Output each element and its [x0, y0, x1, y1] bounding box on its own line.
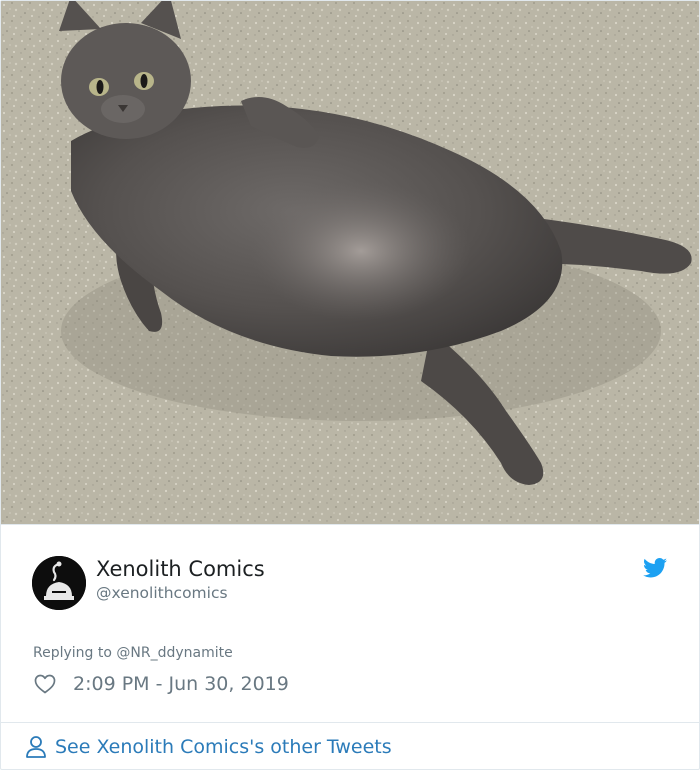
person-outline-icon [25, 735, 47, 759]
author-avatar[interactable] [32, 556, 86, 610]
tweet-body: Xenolith Comics @xenolithcomics Replying… [1, 524, 699, 769]
author-handle[interactable]: @xenolithcomics [96, 583, 228, 603]
tweet-meta-row: 2:09 PM - Jun 30, 2019 [34, 671, 289, 697]
tweet-timestamp[interactable]: 2:09 PM - Jun 30, 2019 [73, 672, 289, 696]
twitter-bird-icon[interactable] [643, 558, 667, 578]
replying-to-text[interactable]: Replying to @NR_ddynamite [33, 644, 233, 662]
tweet-card: Xenolith Comics @xenolithcomics Replying… [0, 0, 700, 770]
heart-outline-icon[interactable] [34, 674, 56, 694]
author-display-name[interactable]: Xenolith Comics [96, 556, 265, 582]
divider [1, 722, 699, 723]
see-other-tweets-label: See Xenolith Comics's other Tweets [55, 736, 392, 758]
see-other-tweets-link[interactable]: See Xenolith Comics's other Tweets [25, 733, 392, 761]
tweet-photo[interactable] [1, 1, 699, 524]
